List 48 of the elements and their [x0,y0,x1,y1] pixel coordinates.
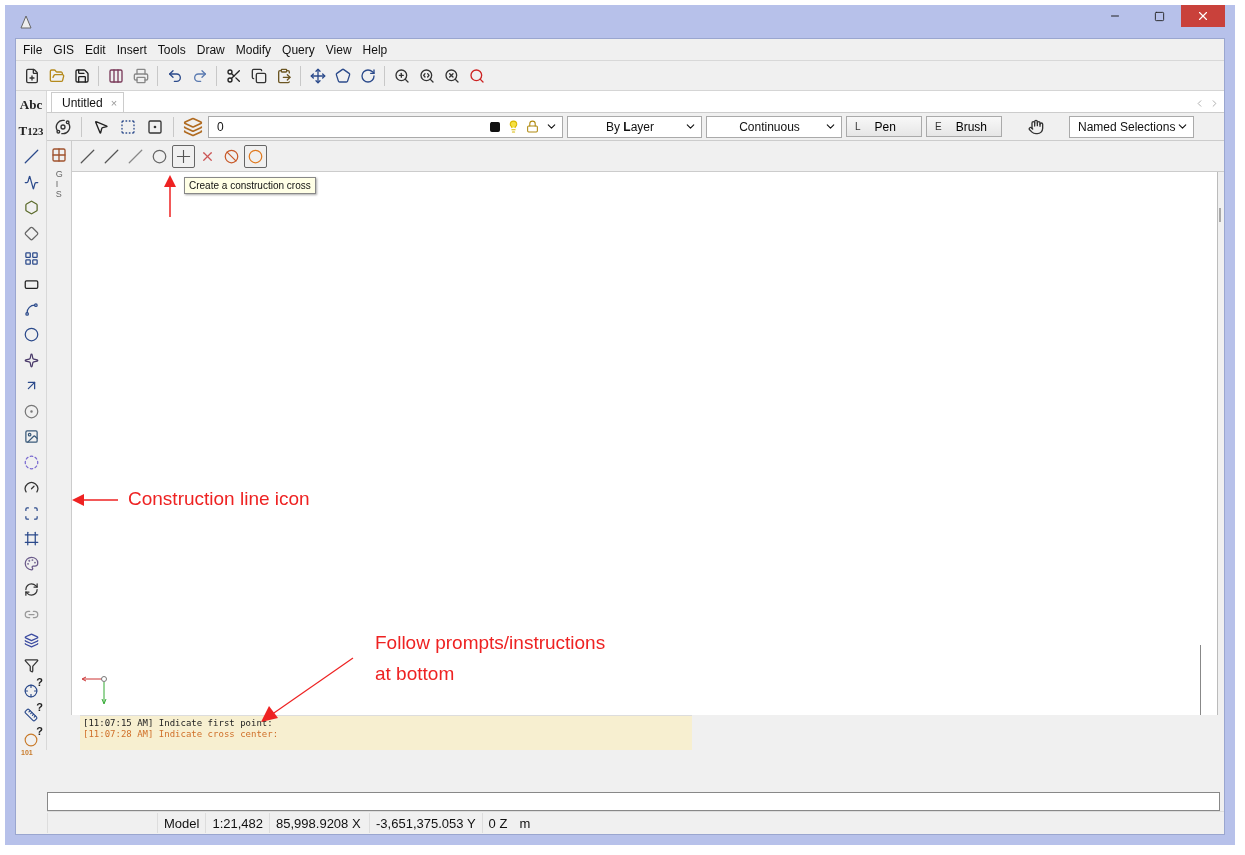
prompt-message: [11:07:28 AM] Indicate cross center: [83,729,280,740]
annotation-arrow [72,494,118,506]
ruler-help-tool[interactable]: ? [19,704,43,726]
text-tool[interactable]: Abc [19,93,43,117]
command-field[interactable] [47,792,1220,811]
coordinate-value: -3,651,375.053 Y [369,813,482,833]
menu-item[interactable]: File [20,42,51,57]
prompt-message: [11:07:15 AM] Indicate first point: [83,718,274,729]
annotation-text: Follow prompts/instructions at bottom [375,631,606,686]
bulb-icon [507,120,520,133]
coordinate-value: 85,998.9208 X [269,813,370,833]
menu-item[interactable]: GIS [50,42,82,57]
menu-item[interactable]: Query [279,42,323,57]
tab-title: Untitled [62,95,103,110]
pen-button[interactable]: L Pen [846,116,922,137]
menu-item[interactable]: Tools [154,42,194,57]
contrast-icon [489,120,501,133]
status-cell: Model [157,813,206,833]
annotation-text: Construction line icon [128,487,310,511]
tooltip: Create a construction cross [184,177,316,194]
side-tab[interactable]: GIS [55,170,63,200]
layer-field[interactable]: 0 [208,115,563,138]
cross-icon[interactable] [172,144,195,168]
layers-icon[interactable] [181,115,204,138]
dot-icon [24,732,38,747]
menu-item[interactable]: View [322,42,360,57]
axis-drawing [80,675,108,705]
crosshair-help-tool[interactable]: ? [19,680,43,702]
menu-item[interactable]: Draw [193,42,233,57]
unit-label: m [518,814,532,833]
menu-item[interactable]: Insert [113,42,155,57]
status-cell: 1:21,482 [205,813,270,833]
brush-button[interactable]: E Brush [926,116,1002,137]
coordinate-value: 0 Z [481,813,514,833]
menu-item[interactable]: Help [359,42,396,57]
linetype-dropdown[interactable]: Continuous [706,115,842,138]
crosshair-icon [24,683,38,698]
annotation-arrow [164,175,176,217]
document-tab[interactable]: Untitled × [51,92,125,112]
maximize-icon [1153,10,1165,22]
ruler-icon [24,708,38,723]
menu-item[interactable]: Edit [82,42,114,57]
close-icon [1196,9,1210,23]
app-icon [19,14,33,29]
lock-icon [526,120,539,133]
color-dropdown[interactable]: By Layer [567,115,702,138]
menu-item[interactable]: Modify [232,42,280,57]
named-selections-dropdown[interactable]: Named Selections [1069,115,1194,138]
